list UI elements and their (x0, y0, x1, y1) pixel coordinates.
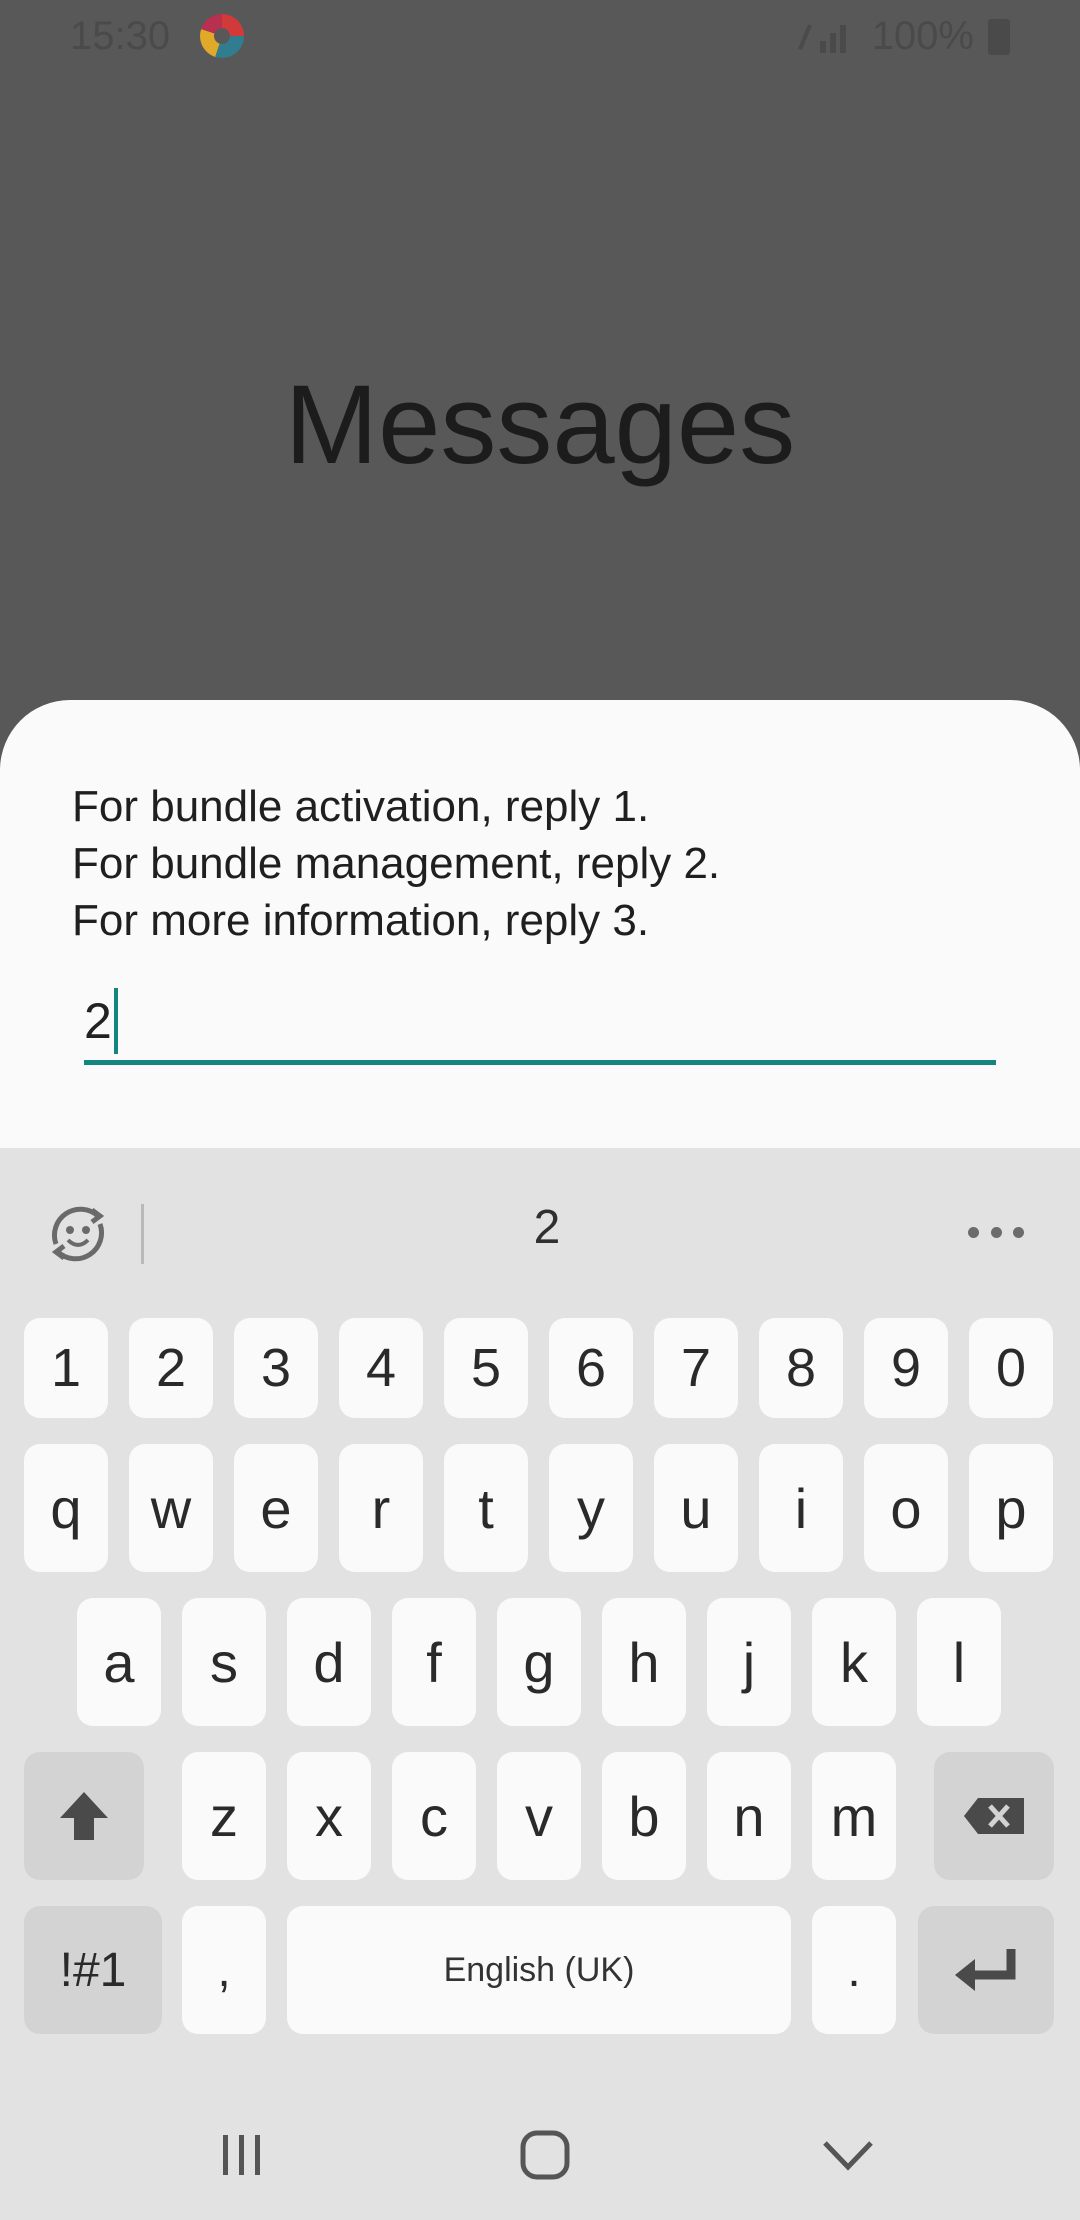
message-line: For more information, reply 3. (72, 896, 650, 945)
keyboard-toolbar: 2 (0, 1148, 1080, 1318)
key-q[interactable]: q (24, 1444, 108, 1572)
key-8[interactable]: 8 (759, 1318, 843, 1418)
key-g[interactable]: g (497, 1598, 581, 1726)
dialog-message: For bundle activation, reply 1. For bund… (72, 778, 720, 949)
status-time: 15:30 (70, 14, 171, 58)
key-7[interactable]: 7 (654, 1318, 738, 1418)
backspace-icon (964, 1798, 1024, 1834)
key-j[interactable]: j (707, 1598, 791, 1726)
key-p[interactable]: p (969, 1444, 1053, 1572)
reply-input-value: 2 (84, 993, 112, 1049)
space-key[interactable]: English (UK) (287, 1906, 791, 2034)
home-button[interactable] (505, 2120, 585, 2190)
key-b[interactable]: b (602, 1752, 686, 1880)
navigation-bar (0, 2080, 1080, 2220)
reply-input[interactable]: 2 (84, 980, 996, 1065)
notification-app-icon (200, 14, 244, 58)
key-f[interactable]: f (392, 1598, 476, 1726)
key-r[interactable]: r (339, 1444, 423, 1572)
back-icon (823, 2141, 873, 2171)
recents-icon (223, 2135, 260, 2175)
app-title: Messages (284, 362, 796, 487)
shift-key[interactable] (24, 1752, 144, 1880)
period-key[interactable]: . (812, 1906, 896, 2034)
key-9[interactable]: 9 (864, 1318, 948, 1418)
key-o[interactable]: o (864, 1444, 948, 1572)
key-5[interactable]: 5 (444, 1318, 528, 1418)
more-icon[interactable] (968, 1212, 1024, 1252)
key-v[interactable]: v (497, 1752, 581, 1880)
key-2[interactable]: 2 (129, 1318, 213, 1418)
message-line: For bundle activation, reply 1. (72, 782, 650, 831)
key-c[interactable]: c (392, 1752, 476, 1880)
key-w[interactable]: w (129, 1444, 213, 1572)
status-indicators: 100% (797, 14, 1010, 59)
key-m[interactable]: m (812, 1752, 896, 1880)
key-k[interactable]: k (812, 1598, 896, 1726)
key-e[interactable]: e (234, 1444, 318, 1572)
symbols-key[interactable]: !#1 (24, 1906, 162, 2034)
key-3[interactable]: 3 (234, 1318, 318, 1418)
battery-percent: 100% (871, 14, 974, 58)
key-0[interactable]: 0 (969, 1318, 1053, 1418)
status-bar: 15:30 100% (0, 0, 1080, 72)
key-1[interactable]: 1 (24, 1318, 108, 1418)
back-button[interactable] (808, 2120, 888, 2190)
key-y[interactable]: y (549, 1444, 633, 1572)
suggestion[interactable]: 2 (0, 1200, 1080, 1255)
key-n[interactable]: n (707, 1752, 791, 1880)
key-t[interactable]: t (444, 1444, 528, 1572)
key-4[interactable]: 4 (339, 1318, 423, 1418)
text-cursor (113, 987, 118, 1054)
message-line: For bundle management, reply 2. (72, 839, 721, 888)
recents-button[interactable] (202, 2120, 282, 2190)
keyboard: 2 1 2 3 4 5 6 7 8 9 0 q w e r t y u i o … (0, 1148, 1080, 2220)
enter-icon (955, 1949, 1016, 1991)
key-6[interactable]: 6 (549, 1318, 633, 1418)
enter-key[interactable] (918, 1906, 1054, 2034)
shift-icon (60, 1792, 108, 1840)
key-l[interactable]: l (917, 1598, 1001, 1726)
comma-key[interactable]: , (182, 1906, 266, 2034)
key-u[interactable]: u (654, 1444, 738, 1572)
key-s[interactable]: s (182, 1598, 266, 1726)
backspace-key[interactable] (934, 1752, 1054, 1880)
key-z[interactable]: z (182, 1752, 266, 1880)
ussd-dialog: For bundle activation, reply 1. For bund… (0, 700, 1080, 1160)
key-x[interactable]: x (287, 1752, 371, 1880)
battery-icon (988, 18, 1010, 55)
key-i[interactable]: i (759, 1444, 843, 1572)
home-icon (520, 2130, 570, 2180)
key-h[interactable]: h (602, 1598, 686, 1726)
key-a[interactable]: a (77, 1598, 161, 1726)
signal-icon (797, 23, 846, 53)
key-d[interactable]: d (287, 1598, 371, 1726)
